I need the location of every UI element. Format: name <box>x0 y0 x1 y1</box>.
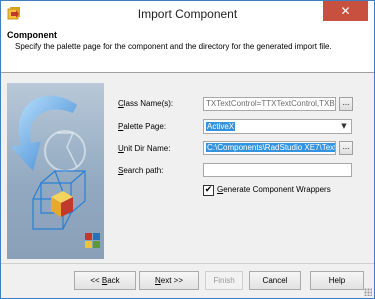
finish-button[interactable]: Finish <box>205 271 243 290</box>
close-icon: ✕ <box>340 4 351 18</box>
palette-page-label: Palette Page: <box>118 122 167 131</box>
dropdown-arrow-icon[interactable]: ▼ <box>339 121 349 132</box>
unit-dir-browse-button[interactable]: ... <box>339 141 353 155</box>
next-button[interactable]: Next >> <box>139 271 199 290</box>
generate-wrappers-label: Generate Component Wrappers <box>217 185 331 194</box>
size-grip-icon[interactable] <box>364 288 372 296</box>
class-names-field[interactable]: TXTextControl=TTXTextControl,TXBu <box>203 97 336 111</box>
wizard-illustration <box>7 83 104 259</box>
palette-page-select[interactable]: ActiveX ▼ <box>203 119 352 134</box>
search-path-field[interactable] <box>203 163 352 177</box>
close-button[interactable]: ✕ <box>323 1 368 21</box>
page-title: Component <box>7 30 57 40</box>
class-names-label: Class Name(s): <box>118 99 174 108</box>
search-path-label: Search path: <box>118 166 164 175</box>
class-names-browse-button[interactable]: ... <box>339 97 353 111</box>
checkbox-check-icon[interactable]: ✔ <box>203 185 214 196</box>
unit-dir-label: Unit Dir Name: <box>118 144 171 153</box>
help-button[interactable]: Help <box>310 271 364 290</box>
wizard-header: Component Specify the palette page for t… <box>1 27 374 73</box>
window-title: Import Component <box>137 7 238 21</box>
import-component-dialog: Import Component ✕ Component Specify the… <box>0 0 375 299</box>
footer-divider <box>1 263 374 264</box>
title-bar[interactable]: Import Component ✕ <box>1 1 374 27</box>
cancel-button[interactable]: Cancel <box>249 271 301 290</box>
page-description: Specify the palette page for the compone… <box>15 42 332 51</box>
unit-dir-field[interactable]: C:\Components\RadStudio XE7\TextC <box>203 141 336 155</box>
back-button[interactable]: << Back <box>74 271 136 290</box>
